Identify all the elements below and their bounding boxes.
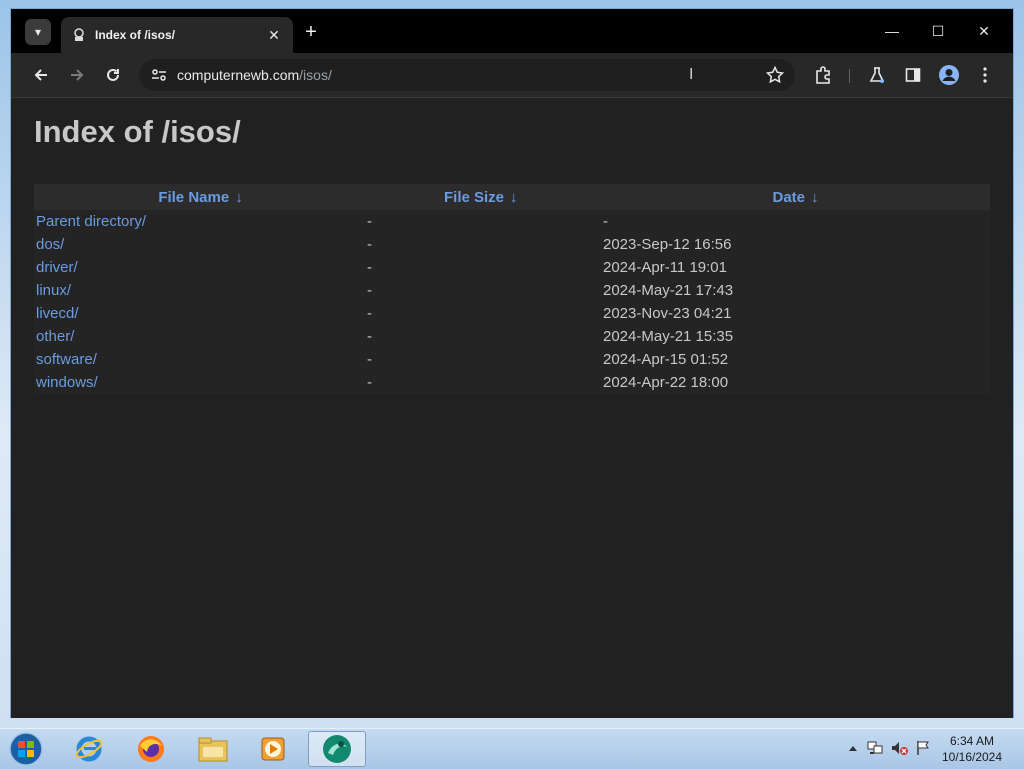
column-header-label: File Name xyxy=(158,188,230,206)
close-window-icon[interactable]: ✕ xyxy=(961,15,1007,47)
flag-icon[interactable] xyxy=(914,739,932,757)
url-text[interactable]: computernewb.com/isos/ xyxy=(177,67,689,83)
tab-strip: ▾ Index of /isos/ ✕ + — ☐ ✕ xyxy=(11,9,1013,53)
table-row: other/ - 2024-May-21 15:35 xyxy=(34,325,990,348)
url-path: /isos/ xyxy=(299,67,332,83)
bookmark-star-icon[interactable] xyxy=(765,66,785,84)
tab-active[interactable]: Index of /isos/ ✕ xyxy=(61,17,293,53)
text-cursor-icon: I xyxy=(689,66,694,83)
taskbar: 6:34 AM 10/16/2024 xyxy=(0,728,1024,769)
file-size: - xyxy=(367,374,372,391)
file-date: 2024-Apr-15 01:52 xyxy=(603,351,729,368)
table-row: livecd/ - 2023-Nov-23 04:21 xyxy=(34,302,990,325)
clock-date: 10/16/2024 xyxy=(941,750,1003,764)
file-size: - xyxy=(367,259,372,276)
column-header-date[interactable]: Date ↓ xyxy=(601,184,990,210)
table-row: software/ - 2024-Apr-15 01:52 xyxy=(34,348,990,371)
page-content: Index of /isos/ File Name ↓ File Size ↓ Da… xyxy=(11,97,1013,718)
column-header-name[interactable]: File Name ↓ xyxy=(34,184,367,210)
media-player-icon[interactable] xyxy=(246,731,300,767)
clock-time: 6:34 AM xyxy=(949,734,995,748)
reload-icon[interactable] xyxy=(99,61,127,89)
menu-icon[interactable] xyxy=(971,61,999,89)
extensions-icon[interactable] xyxy=(809,61,837,89)
tab-search-icon[interactable]: ▾ xyxy=(25,19,51,45)
file-table: File Name ↓ File Size ↓ Date ↓ Parent direc… xyxy=(34,184,990,394)
column-header-label: File Size xyxy=(444,188,505,206)
minimize-icon[interactable]: — xyxy=(869,15,915,47)
file-link[interactable]: Parent directory/ xyxy=(36,213,146,230)
file-date: 2023-Nov-23 04:21 xyxy=(603,305,732,322)
system-clock[interactable]: 6:34 AM 10/16/2024 xyxy=(932,733,1012,765)
sort-arrow-icon: ↓ xyxy=(235,188,243,206)
file-link[interactable]: linux/ xyxy=(36,282,71,299)
file-link[interactable]: windows/ xyxy=(36,374,98,391)
network-icon[interactable] xyxy=(866,739,884,757)
close-tab-icon[interactable]: ✕ xyxy=(265,27,283,44)
tab-title: Index of /isos/ xyxy=(95,28,176,42)
page-title: Index of /isos/ xyxy=(34,114,241,149)
table-row: dos/ - 2023-Sep-12 16:56 xyxy=(34,233,990,256)
table-row: driver/ - 2024-Apr-11 19:01 xyxy=(34,256,990,279)
file-size: - xyxy=(367,282,372,299)
file-size: - xyxy=(367,351,372,368)
file-date: 2024-Apr-11 19:01 xyxy=(603,259,727,276)
back-icon[interactable] xyxy=(27,61,55,89)
sort-arrow-icon: ↓ xyxy=(510,188,518,206)
start-orb-icon[interactable] xyxy=(6,731,46,767)
maximize-icon[interactable]: ☐ xyxy=(915,15,961,47)
url-host: computernewb.com xyxy=(177,67,300,83)
toolbar: computernewb.com/isos/ I xyxy=(11,53,1013,97)
forward-icon[interactable] xyxy=(63,61,91,89)
labs-icon[interactable] xyxy=(863,61,891,89)
file-date: 2024-May-21 17:43 xyxy=(603,282,734,299)
volume-muted-icon[interactable] xyxy=(890,739,908,757)
file-size: - xyxy=(367,328,372,345)
file-size: - xyxy=(367,213,372,230)
favicon-icon xyxy=(71,27,87,43)
file-link[interactable]: other/ xyxy=(36,328,74,345)
file-size: - xyxy=(367,305,372,322)
toolbar-divider xyxy=(849,69,850,83)
table-row: linux/ - 2024-May-21 17:43 xyxy=(34,279,990,302)
address-bar[interactable]: computernewb.com/isos/ I xyxy=(139,59,795,91)
profile-icon[interactable] xyxy=(935,61,963,89)
browser-window: ▾ Index of /isos/ ✕ + — ☐ ✕ computernewb… xyxy=(10,8,1014,718)
explorer-icon[interactable] xyxy=(186,731,240,767)
file-link[interactable]: software/ xyxy=(36,351,97,368)
file-link[interactable]: livecd/ xyxy=(36,305,79,322)
firefox-icon[interactable] xyxy=(124,731,178,767)
table-row: windows/ - 2024-Apr-22 18:00 xyxy=(34,371,990,394)
file-link[interactable]: dos/ xyxy=(36,236,64,253)
file-size: - xyxy=(367,236,372,253)
side-panel-icon[interactable] xyxy=(899,61,927,89)
column-header-label: Date xyxy=(772,188,805,206)
sort-arrow-icon: ↓ xyxy=(811,188,819,206)
file-date: - xyxy=(603,213,608,230)
ie-icon[interactable] xyxy=(62,731,116,767)
file-link[interactable]: driver/ xyxy=(36,259,78,276)
file-date: 2023-Sep-12 16:56 xyxy=(603,236,732,253)
new-tab-icon[interactable]: + xyxy=(299,21,323,45)
table-header-row: File Name ↓ File Size ↓ Date ↓ xyxy=(34,184,990,210)
file-date: 2024-Apr-22 18:00 xyxy=(603,374,729,391)
site-info-icon[interactable] xyxy=(149,65,169,85)
tray-arrow-icon[interactable] xyxy=(844,739,862,757)
file-date: 2024-May-21 15:35 xyxy=(603,328,734,345)
table-row: Parent directory/ - - xyxy=(34,210,990,233)
app-icon[interactable] xyxy=(308,731,366,767)
column-header-size[interactable]: File Size ↓ xyxy=(367,184,601,210)
